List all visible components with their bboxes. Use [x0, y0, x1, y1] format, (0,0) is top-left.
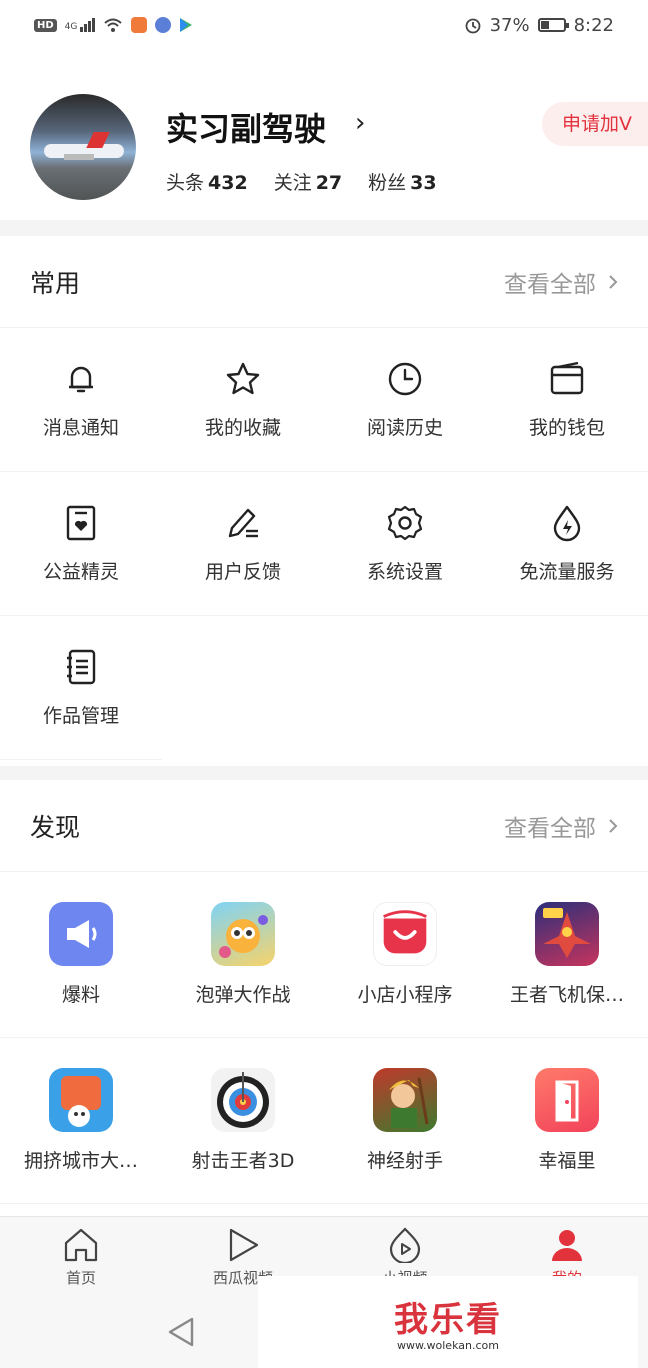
common-item-label: 我的收藏: [204, 417, 281, 439]
stat-following[interactable]: 关注 27: [274, 168, 342, 195]
clock-time: 8:22: [573, 14, 614, 36]
common-item-notifications[interactable]: 消息通知: [0, 328, 162, 472]
apply-verification-button[interactable]: 申请加V: [542, 102, 648, 146]
common-item-wallet[interactable]: 我的钱包: [486, 328, 648, 472]
common-item-label: 消息通知: [42, 417, 119, 439]
common-item-favorites[interactable]: 我的收藏: [162, 328, 324, 472]
common-item-label: 免流量服务: [519, 561, 615, 583]
discover-header: 发现 查看全部: [0, 780, 648, 872]
tab-home[interactable]: 首页: [0, 1217, 162, 1297]
discover-item-label: 拥挤城市大…: [23, 1150, 138, 1172]
chevron-right-icon: [609, 274, 618, 289]
common-grid: 消息通知 我的收藏 阅读历史 我的钱包 公益精灵 用户反馈 系统设置 免流量服务…: [0, 328, 648, 760]
discover-item-archery[interactable]: 射击王者3D: [162, 1038, 324, 1204]
discover-title: 发现: [30, 812, 81, 842]
person-icon: [552, 1230, 582, 1261]
common-item-free-data[interactable]: 免流量服务: [486, 472, 648, 616]
common-title: 常用: [30, 268, 81, 298]
star-icon: [223, 359, 263, 399]
common-item-label: 公益精灵: [42, 561, 119, 583]
door-app-icon: [535, 1068, 599, 1132]
avatar[interactable]: [30, 94, 136, 200]
signal-icon: 4G: [65, 18, 96, 32]
status-left: HD 4G: [34, 17, 193, 33]
megaphone-app-icon: [49, 902, 113, 966]
profile-header: 实习副驾驶 › 头条 432 关注 27 粉丝 33 申请加V: [0, 50, 648, 220]
discover-item-label: 泡弹大作战: [195, 984, 291, 1006]
discover-item-label: 小店小程序: [357, 984, 453, 1006]
tab-label: 首页: [65, 1269, 96, 1287]
data-drop-icon: [547, 503, 587, 543]
discover-section: 发现 查看全部 爆料 泡弹大作战 小店小程序 王者飞机保… 拥挤城市大… 射击王…: [0, 780, 648, 1216]
home-icon: [64, 1228, 98, 1262]
common-item-label: 用户反馈: [204, 561, 281, 583]
stat-followers[interactable]: 粉丝 33: [368, 168, 436, 195]
username[interactable]: 实习副驾驶: [166, 104, 326, 150]
profile-stats: 头条 432 关注 27 粉丝 33: [166, 168, 437, 195]
discover-item-shop[interactable]: 小店小程序: [324, 872, 486, 1038]
common-item-charity[interactable]: 公益精灵: [0, 472, 162, 616]
stat-headlines[interactable]: 头条 432: [166, 168, 248, 195]
play-icon: [229, 1228, 259, 1262]
charity-icon: [61, 503, 101, 543]
airplane-photo-icon: [44, 144, 124, 160]
play-store-icon: [180, 18, 193, 32]
battery-percent: 37%: [489, 14, 530, 36]
discover-item-xingfuli[interactable]: 幸福里: [486, 1038, 648, 1204]
pencil-icon: [223, 503, 263, 543]
common-item-label: 阅读历史: [366, 417, 443, 439]
clock-icon: [385, 359, 425, 399]
discover-item-archer[interactable]: 神经射手: [324, 1038, 486, 1204]
common-item-history[interactable]: 阅读历史: [324, 328, 486, 472]
discover-item-label: 神经射手: [366, 1150, 443, 1172]
discover-item-label: 幸福里: [538, 1150, 596, 1172]
common-item-feedback[interactable]: 用户反馈: [162, 472, 324, 616]
common-item-works[interactable]: 作品管理: [0, 616, 162, 760]
status-right: 37% 8:22: [464, 15, 614, 36]
common-item-settings[interactable]: 系统设置: [324, 472, 486, 616]
discover-item-label: 爆料: [61, 984, 100, 1006]
discover-view-all-button[interactable]: 查看全部: [504, 809, 618, 843]
bell-icon: [61, 359, 101, 399]
chevron-right-icon: [609, 818, 618, 833]
wifi-icon: [104, 18, 123, 32]
hd-badge: HD: [34, 18, 57, 32]
discover-item-bubble-game[interactable]: 泡弹大作战: [162, 872, 324, 1038]
watermark-url: www.wolekan.com: [397, 1339, 499, 1352]
discover-item-plane-game[interactable]: 王者飞机保…: [486, 872, 648, 1038]
common-item-label: 作品管理: [42, 705, 119, 727]
discover-item-baoliao[interactable]: 爆料: [0, 872, 162, 1038]
status-bar: HD 4G 37% 8:22: [0, 0, 648, 50]
common-header: 常用 查看全部: [0, 236, 648, 328]
discover-grid: 爆料 泡弹大作战 小店小程序 王者飞机保… 拥挤城市大… 射击王者3D 神经射手…: [0, 872, 648, 1204]
back-triangle-icon[interactable]: [166, 1316, 196, 1348]
plane-game-app-icon: [535, 902, 599, 966]
chevron-right-icon[interactable]: ›: [355, 108, 365, 138]
battery-icon: [537, 18, 569, 32]
discover-item-label: 王者飞机保…: [509, 984, 624, 1006]
discover-item-label: 射击王者3D: [191, 1150, 295, 1172]
common-section: 常用 查看全部 消息通知 我的收藏 阅读历史 我的钱包 公益精灵 用户反馈 系统…: [0, 236, 648, 766]
crowd-city-app-icon: [49, 1068, 113, 1132]
wallet-icon: [547, 359, 587, 399]
alarm-icon: [465, 18, 480, 34]
video-drop-icon: [389, 1227, 421, 1263]
watermark-title: 我乐看: [394, 1300, 502, 1340]
watermark-logo: 我乐看 www.wolekan.com: [258, 1276, 638, 1368]
archery-app-icon: [211, 1068, 275, 1132]
xigua-notify-icon: [131, 17, 148, 33]
notebook-icon: [61, 647, 101, 687]
archer-app-icon: [373, 1068, 437, 1132]
bubble-game-app-icon: [211, 902, 275, 966]
common-view-all-button[interactable]: 查看全部: [504, 265, 618, 299]
common-item-label: 系统设置: [366, 561, 443, 583]
shop-app-icon: [373, 902, 437, 966]
gear-icon: [385, 503, 425, 543]
chat-notify-icon: [155, 17, 172, 33]
common-item-label: 我的钱包: [528, 417, 605, 439]
signal-label: 4G: [64, 22, 78, 32]
discover-item-crowd-city[interactable]: 拥挤城市大…: [0, 1038, 162, 1204]
